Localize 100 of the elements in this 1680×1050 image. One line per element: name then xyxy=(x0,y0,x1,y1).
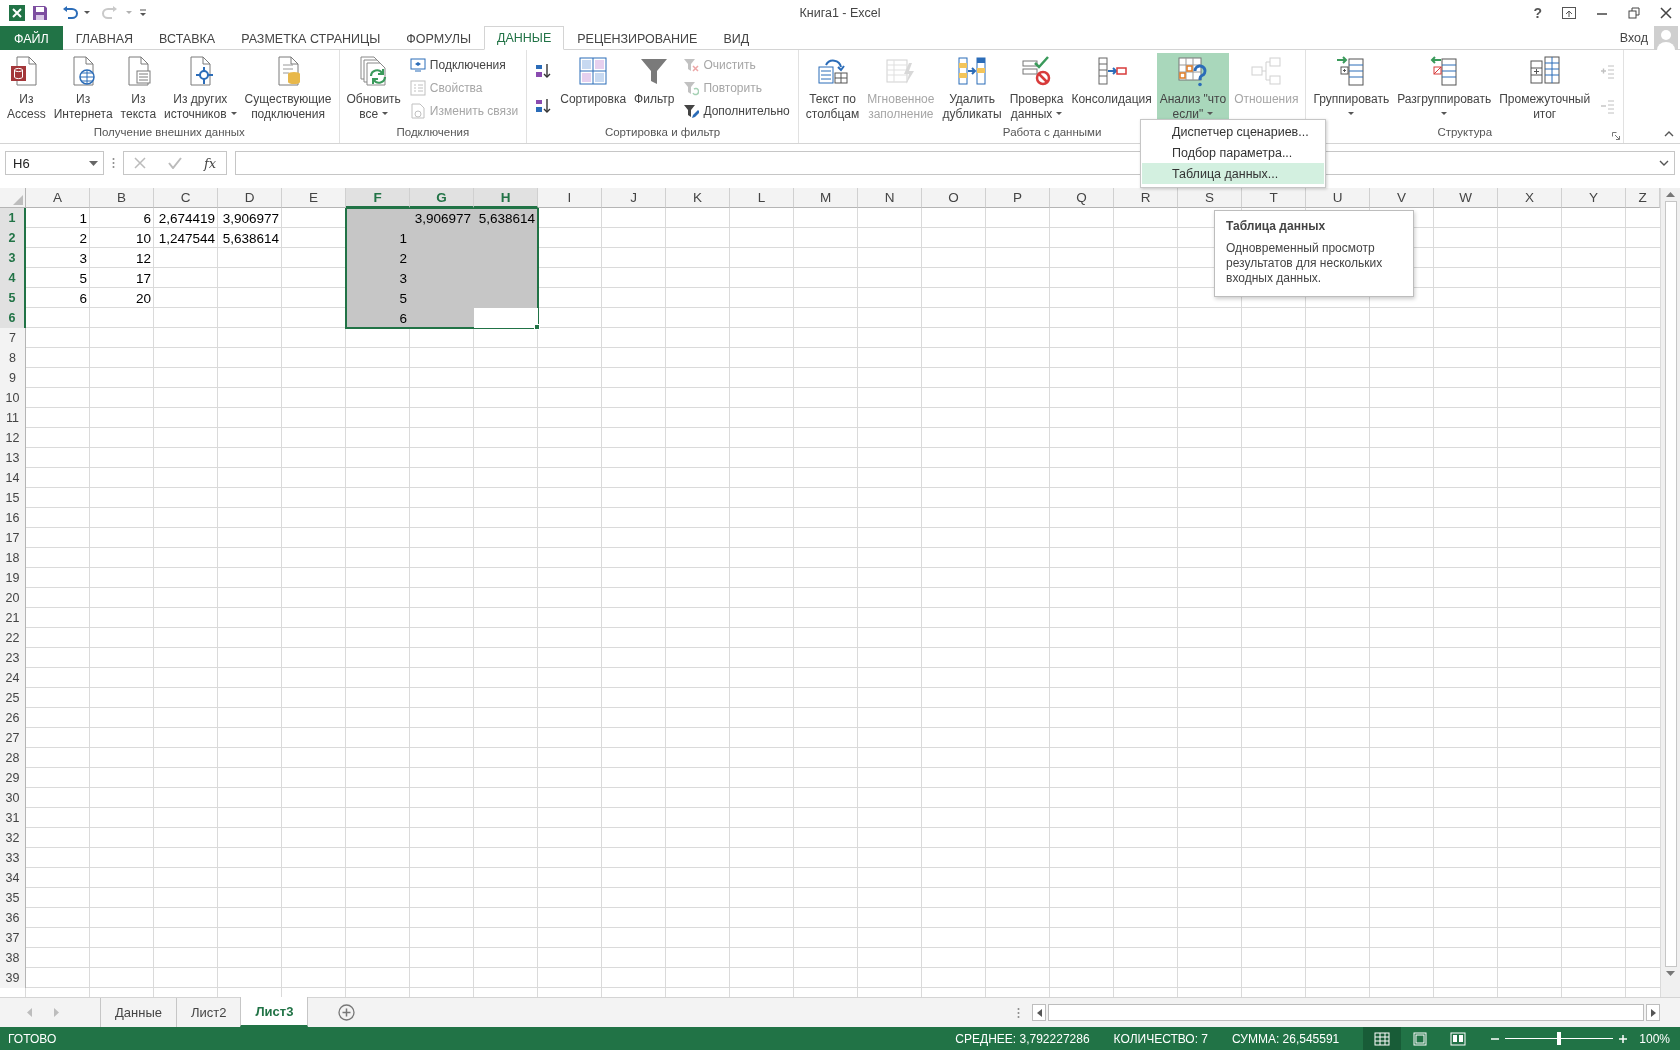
column-header[interactable]: O xyxy=(922,188,986,208)
column-header[interactable]: R xyxy=(1114,188,1178,208)
scroll-right-icon[interactable] xyxy=(1650,1008,1656,1017)
row-header[interactable]: 19 xyxy=(0,568,26,588)
ribbon-tab[interactable]: ФАЙЛ xyxy=(0,26,63,50)
row-header[interactable]: 29 xyxy=(0,768,26,788)
collapse-ribbon-icon[interactable] xyxy=(1664,130,1674,137)
menu-item[interactable]: Таблица данных... xyxy=(1142,163,1324,184)
row-header[interactable]: 33 xyxy=(0,848,26,868)
zoom-in-icon[interactable] xyxy=(1619,1034,1628,1043)
row-header[interactable]: 4 xyxy=(0,268,26,288)
add-sheet-icon[interactable] xyxy=(338,1004,356,1021)
row-header[interactable]: 5 xyxy=(0,288,26,308)
row-header[interactable]: 20 xyxy=(0,588,26,608)
ribbon-button[interactable]: Обновить все xyxy=(343,53,404,123)
row-header[interactable]: 32 xyxy=(0,828,26,848)
customize-icon[interactable] xyxy=(138,8,148,18)
ribbon-button[interactable]: Удалить дубликаты xyxy=(939,53,1005,123)
row-header[interactable]: 7 xyxy=(0,328,26,348)
insert-function-button[interactable]: fx xyxy=(204,155,217,171)
ribbon-button[interactable]: Фильтр xyxy=(631,53,678,123)
zoom-level[interactable]: 100% xyxy=(1639,1031,1670,1046)
ribbon-tab[interactable]: ГЛАВНАЯ xyxy=(62,26,147,50)
row-header[interactable]: 34 xyxy=(0,868,26,888)
column-header[interactable]: F xyxy=(346,188,410,208)
restore-icon[interactable] xyxy=(1628,7,1640,19)
column-header[interactable]: M xyxy=(794,188,858,208)
ribbon-small-button[interactable]: Подключения xyxy=(407,54,521,75)
ribbon-button[interactable]: Группировать xyxy=(1310,53,1393,123)
column-header[interactable]: P xyxy=(986,188,1050,208)
expand-icon[interactable] xyxy=(1659,160,1669,166)
row-header[interactable]: 16 xyxy=(0,508,26,528)
ribbon-tab[interactable]: ДАННЫЕ xyxy=(483,26,565,50)
ribbon-tab[interactable]: ФОРМУЛЫ xyxy=(393,26,484,50)
column-header[interactable]: D xyxy=(218,188,282,208)
column-header[interactable]: U xyxy=(1306,188,1370,208)
row-header[interactable]: 12 xyxy=(0,428,26,448)
column-header[interactable]: T xyxy=(1242,188,1306,208)
sheet-tab[interactable]: Лист3 xyxy=(240,997,309,1027)
scroll-thumb[interactable] xyxy=(1048,1004,1644,1021)
save-icon[interactable] xyxy=(32,5,48,21)
row-header[interactable]: 31 xyxy=(0,808,26,828)
scroll-down-icon[interactable] xyxy=(1666,971,1675,977)
row-header[interactable]: 21 xyxy=(0,608,26,628)
help-button[interactable]: ? xyxy=(1533,5,1542,21)
row-header[interactable]: 8 xyxy=(0,348,26,368)
zoom-slider[interactable] xyxy=(1557,1032,1562,1045)
ribbon-button[interactable]: Промежуточный итог xyxy=(1496,53,1594,123)
row-header[interactable]: 36 xyxy=(0,908,26,928)
menu-item[interactable]: Диспетчер сценариев... xyxy=(1142,121,1324,142)
row-header[interactable]: 30 xyxy=(0,788,26,808)
row-header[interactable]: 11 xyxy=(0,408,26,428)
ribbon-button[interactable]: Проверка данных xyxy=(1006,53,1067,123)
column-header[interactable]: V xyxy=(1370,188,1434,208)
row-header[interactable]: 17 xyxy=(0,528,26,548)
scroll-thumb[interactable] xyxy=(1664,201,1677,967)
ribbon-button[interactable]: Существующие подключения xyxy=(241,53,335,123)
ribbon-tab[interactable]: РАЗМЕТКА СТРАНИЦЫ xyxy=(228,26,394,50)
row-header[interactable]: 13 xyxy=(0,448,26,468)
column-header[interactable]: A xyxy=(26,188,90,208)
view-button[interactable] xyxy=(1363,1027,1402,1050)
column-header[interactable]: N xyxy=(858,188,922,208)
ribbon-button[interactable]: Из Интернета xyxy=(50,53,116,123)
column-header[interactable]: B xyxy=(90,188,154,208)
column-header[interactable]: S xyxy=(1178,188,1242,208)
dropdown-arrow-icon[interactable] xyxy=(89,160,98,166)
row-header[interactable]: 1 xyxy=(0,208,26,228)
column-header[interactable]: Z xyxy=(1626,188,1660,208)
more-icon[interactable] xyxy=(112,157,115,169)
column-header[interactable]: H xyxy=(474,188,538,208)
row-header[interactable]: 27 xyxy=(0,728,26,748)
menu-item[interactable]: Подбор параметра... xyxy=(1142,142,1324,163)
row-header[interactable]: 22 xyxy=(0,628,26,648)
row-header[interactable]: 25 xyxy=(0,688,26,708)
row-header[interactable]: 3 xyxy=(0,248,26,268)
fill-handle[interactable] xyxy=(534,324,540,330)
scroll-left-icon[interactable] xyxy=(1036,1008,1042,1017)
name-box[interactable]: H6 xyxy=(5,151,104,175)
row-header[interactable]: 38 xyxy=(0,948,26,968)
column-header[interactable]: G xyxy=(410,188,474,208)
column-header[interactable]: J xyxy=(602,188,666,208)
column-header[interactable]: C xyxy=(154,188,218,208)
row-header[interactable]: 24 xyxy=(0,668,26,688)
column-header[interactable]: X xyxy=(1498,188,1562,208)
ribbon-tab[interactable]: ВИД xyxy=(710,26,763,50)
row-header[interactable]: 18 xyxy=(0,548,26,568)
ribbon-button[interactable]: Из других источников xyxy=(161,53,240,123)
row-header[interactable]: 35 xyxy=(0,888,26,908)
column-header[interactable]: W xyxy=(1434,188,1498,208)
ribbon-button[interactable]: Разгруппировать xyxy=(1394,53,1495,123)
column-header[interactable]: Y xyxy=(1562,188,1626,208)
row-header[interactable]: 9 xyxy=(0,368,26,388)
column-header[interactable]: L xyxy=(730,188,794,208)
ribbon-button[interactable]: Консолидация xyxy=(1068,53,1155,123)
ribbon-button[interactable]: Из текста xyxy=(117,53,160,123)
row-header[interactable]: 15 xyxy=(0,488,26,508)
ribbon-options-icon[interactable] xyxy=(1562,7,1576,19)
row-header[interactable]: 10 xyxy=(0,388,26,408)
dialog-launcher-icon[interactable] xyxy=(1612,132,1621,140)
scroll-up-icon[interactable] xyxy=(1666,191,1675,197)
